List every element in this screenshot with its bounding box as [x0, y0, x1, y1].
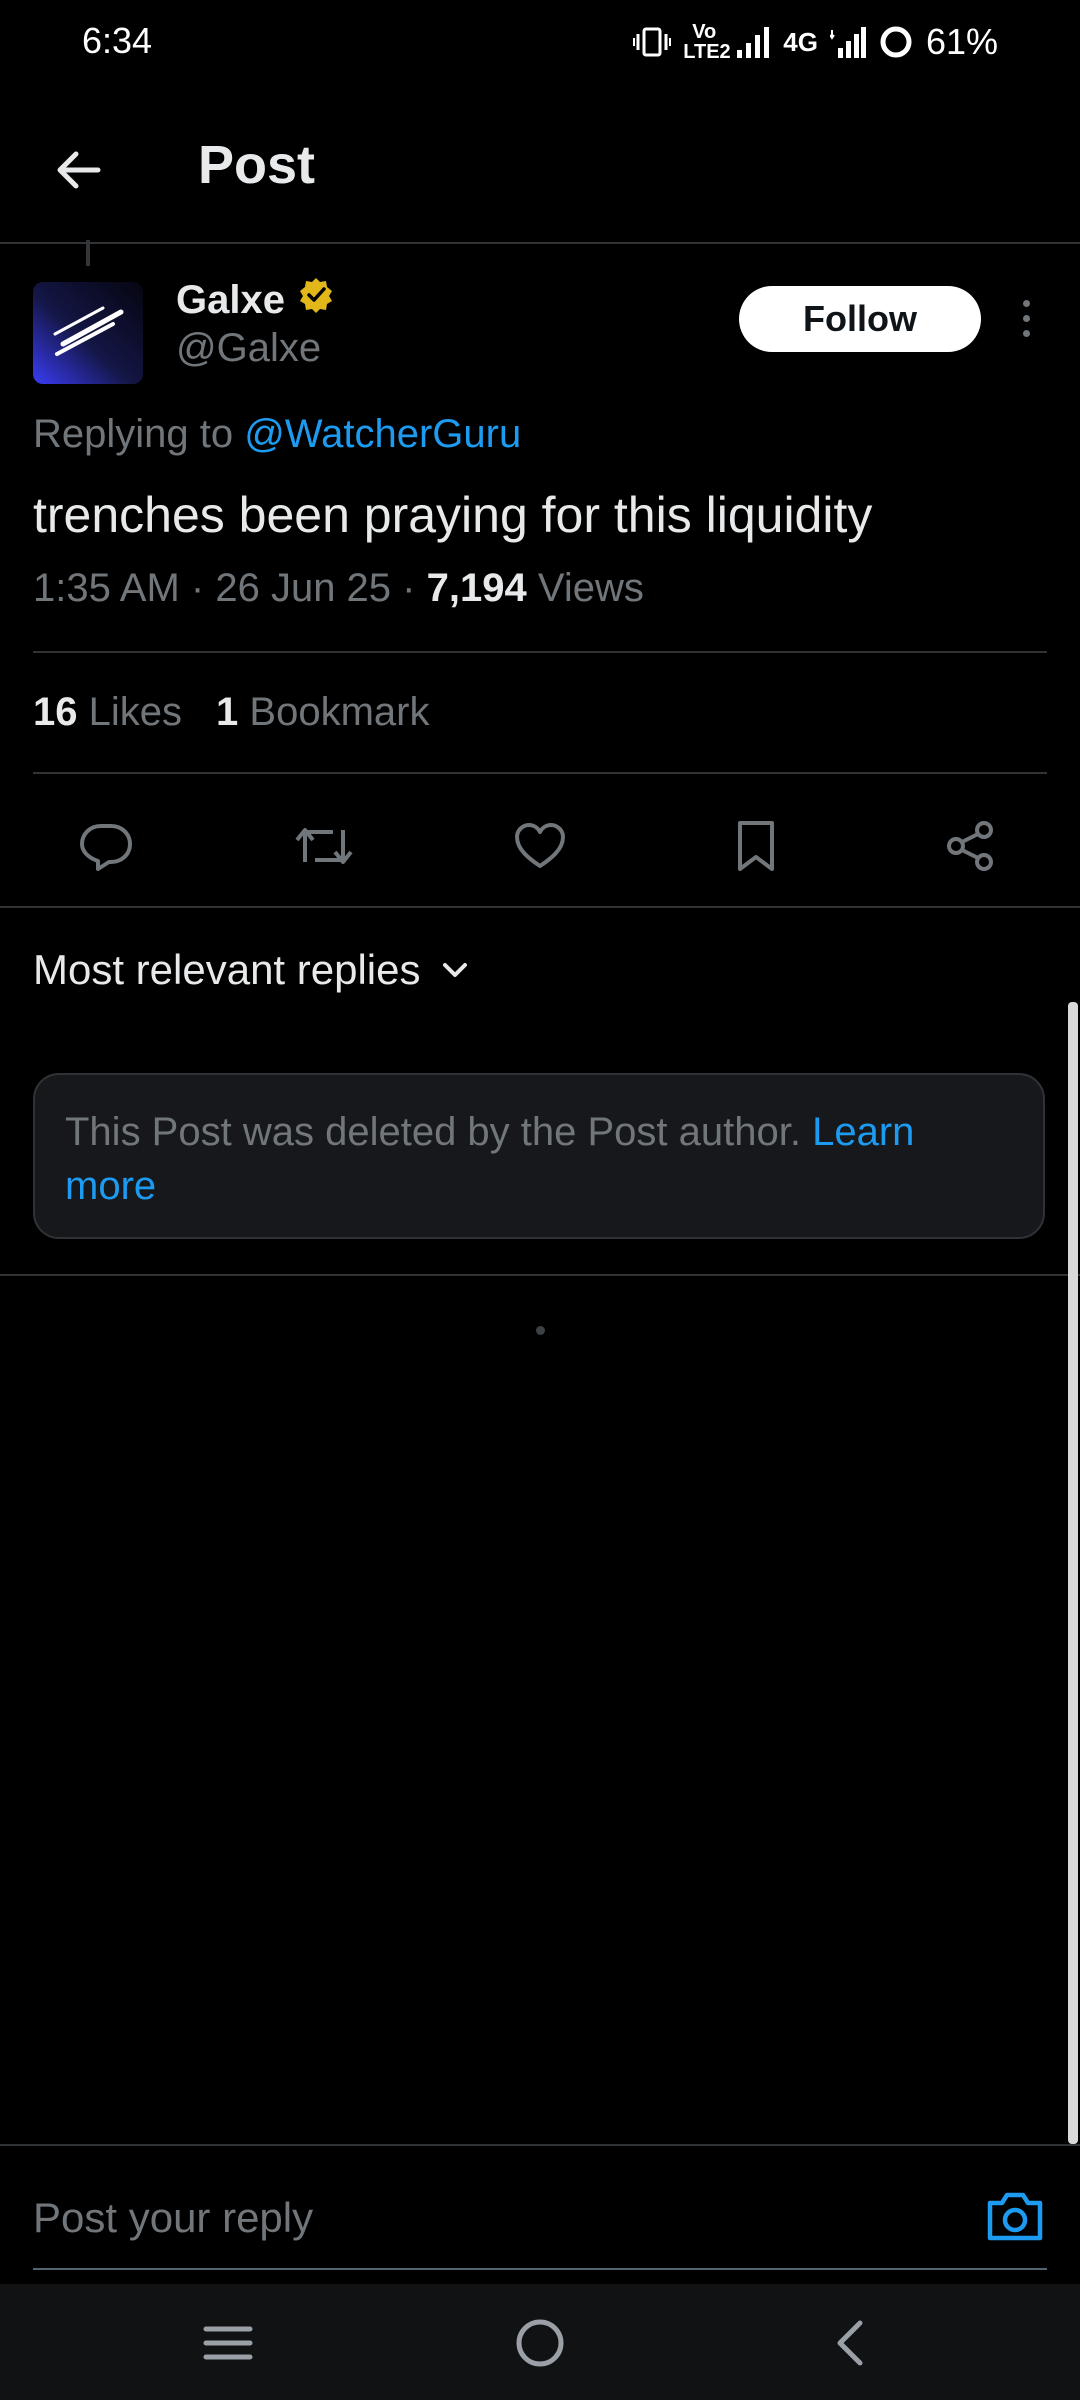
replying-prefix: Replying to	[33, 412, 234, 456]
arrow-left-icon	[57, 151, 101, 189]
page-title: Post	[198, 135, 316, 195]
more-vertical-icon	[1022, 299, 1030, 307]
views-label: Views	[537, 566, 644, 610]
top-app-bar: Post	[0, 88, 1080, 244]
home-button[interactable]	[500, 2308, 580, 2378]
bookmark-icon	[738, 821, 774, 871]
deleted-post-notice: This Post was deleted by the Post author…	[33, 1073, 1045, 1239]
signal-icon	[737, 26, 771, 58]
reply-sort-label: Most relevant replies	[33, 946, 421, 993]
thread-connector	[86, 240, 90, 266]
deleted-notice-message: This Post was deleted by the Post author…	[65, 1110, 801, 1154]
scrollbar[interactable]	[1068, 1002, 1078, 2144]
reply-input[interactable]: Post your reply	[33, 2194, 313, 2242]
menu-icon	[203, 2326, 253, 2360]
more-dot	[1022, 329, 1030, 337]
share-button[interactable]	[932, 808, 1008, 884]
divider	[0, 1274, 1080, 1276]
camera-icon	[987, 2192, 1043, 2241]
share-icon	[947, 821, 993, 871]
system-nav-bar	[0, 2284, 1080, 2400]
avatar[interactable]	[33, 282, 143, 384]
post-date[interactable]: 26 Jun 25	[215, 566, 391, 610]
status-icons: Vo LTE2 4G 61%	[633, 18, 998, 66]
reply-input-underline	[33, 2268, 1047, 2270]
repost-button[interactable]	[286, 808, 362, 884]
follow-button[interactable]: Follow	[739, 286, 981, 352]
post-time[interactable]: 1:35 AM	[33, 566, 180, 610]
home-circle-icon	[516, 2319, 564, 2367]
more-dot	[1022, 314, 1030, 322]
battery-level: 61%	[925, 21, 998, 62]
bookmarks-stat[interactable]: 1 Bookmark	[216, 690, 429, 735]
reply-composer: Post your reply	[0, 2144, 1080, 2286]
verified-badge-icon	[297, 276, 335, 324]
replying-to: Replying to @WatcherGuru	[33, 412, 521, 457]
like-button[interactable]	[502, 808, 578, 884]
bookmark-button[interactable]	[718, 808, 794, 884]
battery-icon	[878, 24, 914, 60]
divider	[33, 772, 1047, 774]
author-handle[interactable]: @Galxe	[176, 326, 321, 371]
signal-2-icon	[829, 26, 866, 58]
replying-to-mention[interactable]: @WatcherGuru	[244, 412, 521, 456]
post-meta: 1:35 AM · 26 Jun 25 · 7,194 Views	[33, 566, 644, 611]
reply-button[interactable]	[68, 808, 144, 884]
status-bar: 6:34 Vo LTE2 4G 61%	[0, 0, 1080, 88]
reply-icon	[80, 824, 132, 871]
reply-sort-dropdown[interactable]: Most relevant replies	[33, 946, 471, 994]
system-back-button[interactable]	[810, 2308, 890, 2378]
likes-stat[interactable]: 16 Likes	[33, 690, 182, 735]
bookmarks-count: 1	[216, 690, 239, 734]
meta-separator: ·	[190, 566, 205, 610]
repost-icon	[295, 828, 353, 864]
bookmarks-label: Bookmark	[249, 690, 430, 734]
chevron-down-icon	[442, 963, 467, 977]
meta-separator: ·	[402, 566, 416, 610]
divider	[0, 906, 1080, 908]
author-name: Galxe	[176, 277, 285, 322]
like-icon	[515, 823, 565, 868]
recents-button[interactable]	[188, 2308, 268, 2378]
camera-button[interactable]	[980, 2184, 1050, 2248]
likes-label: Likes	[88, 690, 183, 734]
deleted-notice-text: This Post was deleted by the Post author…	[65, 1105, 1005, 1213]
views-count: 7,194	[426, 566, 527, 610]
back-button[interactable]	[40, 132, 116, 208]
action-bar	[0, 778, 1080, 906]
author-name-row[interactable]: Galxe	[176, 276, 335, 324]
more-options-button[interactable]	[1006, 290, 1046, 346]
vibrate-icon	[633, 26, 672, 58]
post-text: trenches been praying for this liquidity	[33, 487, 873, 543]
loading-indicator	[536, 1326, 545, 1335]
volte-indicator: Vo LTE2	[683, 21, 731, 63]
network-type: 4G	[783, 27, 818, 57]
likes-count: 16	[33, 690, 78, 734]
post-stats: 16 Likes 1 Bookmark	[33, 690, 429, 735]
divider	[33, 651, 1047, 653]
chevron-left-icon	[837, 2320, 863, 2366]
status-time: 6:34	[82, 20, 153, 61]
